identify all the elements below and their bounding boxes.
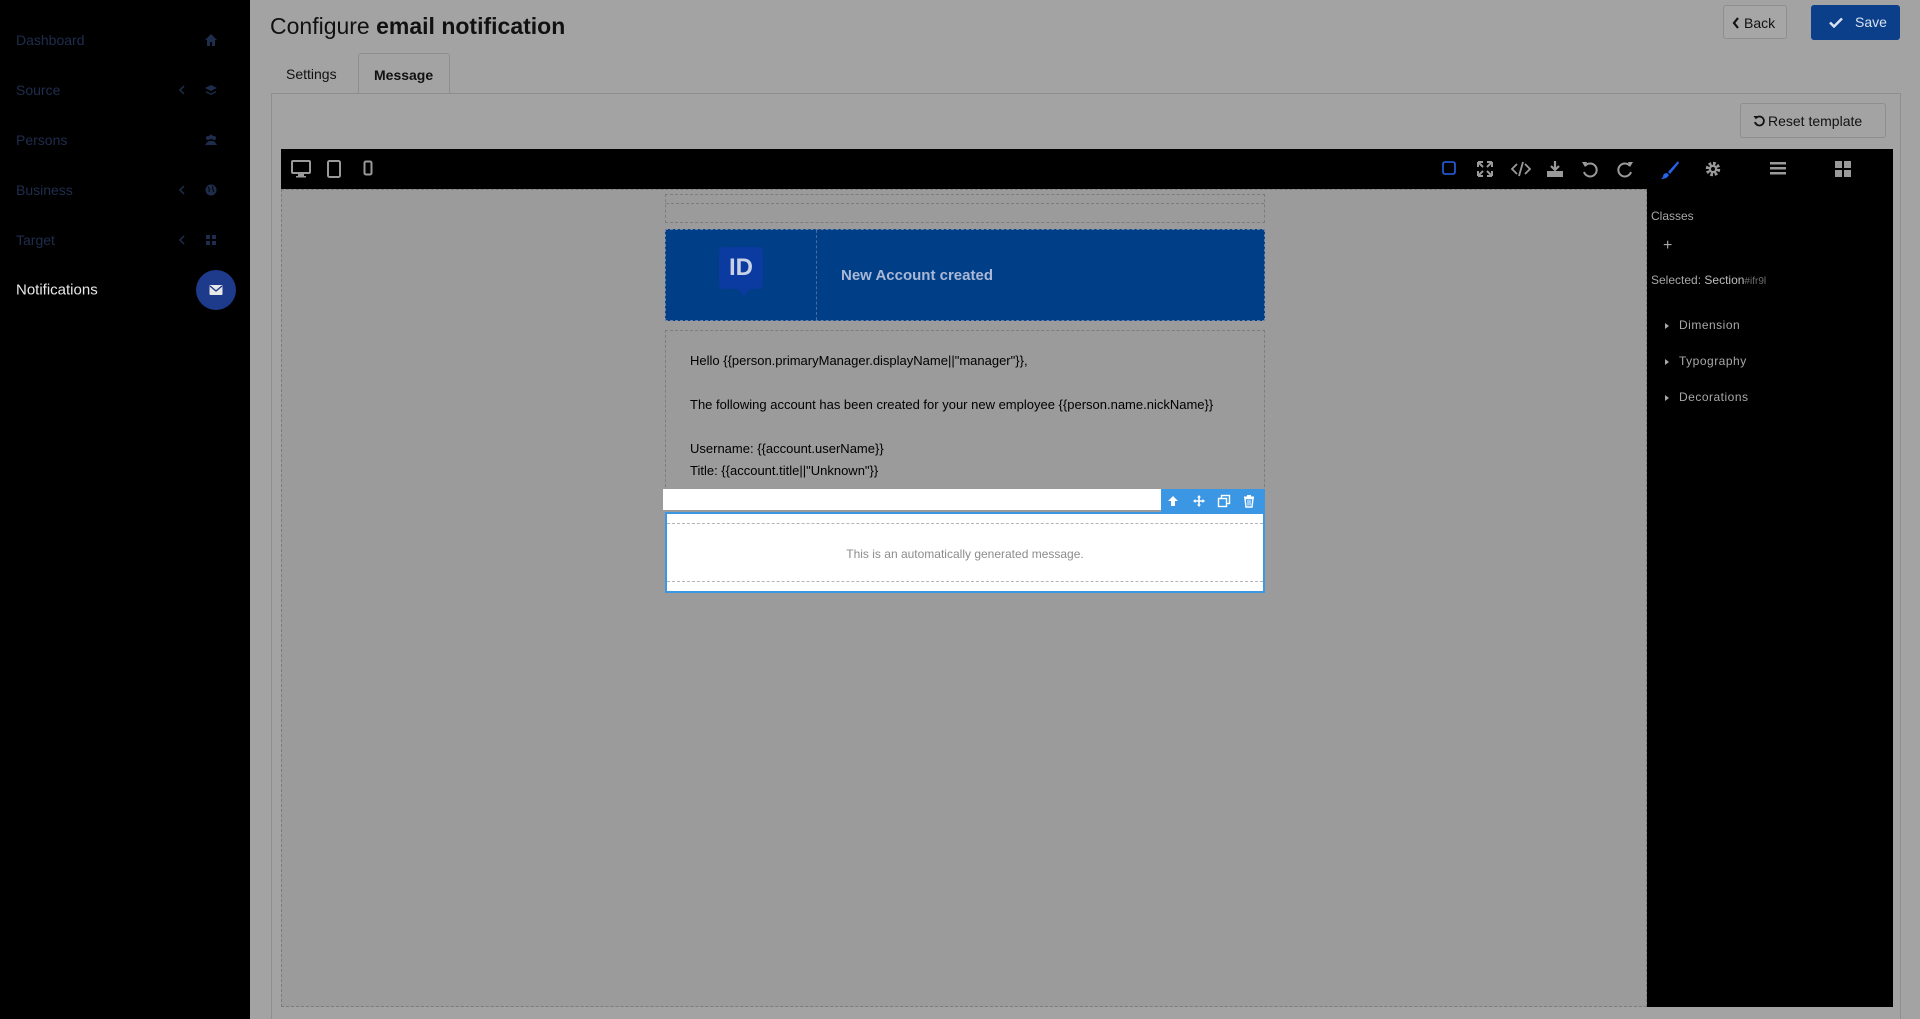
style-manager-icon[interactable] <box>1657 157 1681 181</box>
selection-badge-strip <box>663 489 1165 510</box>
code-icon[interactable] <box>1508 157 1532 181</box>
save-button-label: Save <box>1855 14 1887 30</box>
grid-icon <box>204 233 218 247</box>
blocks-icon[interactable] <box>1831 157 1855 181</box>
back-button-label: Back <box>1744 15 1776 31</box>
email-footer-section[interactable]: This is an automatically generated messa… <box>665 512 1265 593</box>
property-label: Typography <box>1679 354 1747 368</box>
body-line[interactable]: Title: {{account.title||"Unknown"}} <box>690 463 878 478</box>
download-icon[interactable] <box>1543 157 1567 181</box>
sidebar-item-source[interactable]: Source <box>0 65 250 115</box>
body-line[interactable]: The following account has been created f… <box>690 397 1213 412</box>
save-button[interactable]: Save <box>1811 5 1900 40</box>
fullscreen-icon[interactable] <box>1473 157 1497 181</box>
editor-canvas[interactable]: ID New Account created Hello {{person.pr… <box>281 189 1647 1007</box>
property-dimension[interactable]: Dimension <box>1665 318 1740 332</box>
body-line[interactable]: Hello {{person.primaryManager.displayNam… <box>690 353 1028 368</box>
email-body[interactable]: Hello {{person.primaryManager.displayNam… <box>665 330 1265 492</box>
sidebar-item-dashboard[interactable]: Dashboard <box>0 15 250 65</box>
selected-prefix: Selected: <box>1651 273 1702 287</box>
settings-icon[interactable] <box>1701 157 1725 181</box>
chevron-left-icon <box>178 234 186 246</box>
trash-icon[interactable] <box>1242 494 1256 508</box>
logo-tail <box>736 286 752 296</box>
sidebar-item-persons[interactable]: Persons <box>0 115 250 165</box>
copy-icon[interactable] <box>1217 494 1231 508</box>
sidebar-item-label: Business <box>16 182 73 198</box>
home-icon <box>204 33 218 47</box>
property-label: Dimension <box>1679 318 1741 332</box>
chevron-left-icon <box>178 84 186 96</box>
arrow-up-icon[interactable] <box>1166 494 1180 508</box>
reset-template-button[interactable]: Reset template <box>1740 103 1886 138</box>
footer-text[interactable]: This is an automatically generated messa… <box>667 547 1263 561</box>
email-header[interactable]: ID New Account created <box>665 229 1265 321</box>
tab-label: Message <box>374 67 434 83</box>
tablet-icon[interactable] <box>324 157 348 181</box>
redo-icon[interactable] <box>1613 157 1637 181</box>
body-line[interactable]: Username: {{account.userName}} <box>690 441 884 456</box>
property-decorations[interactable]: Decorations <box>1665 390 1749 404</box>
reset-template-label: Reset template <box>1768 113 1863 129</box>
tab-label: Settings <box>286 66 337 82</box>
users-icon <box>204 133 218 147</box>
sidebar-item-label: Persons <box>16 132 68 148</box>
outline-icon[interactable] <box>1438 157 1462 181</box>
caret-right-icon <box>1665 322 1669 329</box>
header-divider <box>816 230 817 320</box>
sidebar-item-label: Notifications <box>16 281 98 299</box>
layers-icon[interactable] <box>1766 157 1790 181</box>
editor-toolbar <box>281 149 1893 189</box>
tab-message[interactable]: Message <box>358 53 450 94</box>
main-content: Configure email notification Back Save S… <box>250 0 1920 1019</box>
selected-name: Section <box>1704 273 1745 287</box>
envelope-icon <box>196 270 236 310</box>
style-manager-panel: Classes + Selected: Section#ifr9l Dimens… <box>1647 189 1893 1007</box>
page-title: Configure email notification <box>270 13 566 39</box>
email-editor: ID New Account created Hello {{person.pr… <box>281 149 1893 1007</box>
back-button[interactable]: Back <box>1723 5 1787 39</box>
selected-component: Selected: Section#ifr9l <box>1651 273 1766 287</box>
check-icon <box>1829 17 1843 28</box>
selection-toolbar <box>1161 489 1265 512</box>
logo: ID <box>719 247 763 289</box>
undo-icon[interactable] <box>1578 157 1602 181</box>
layers-icon <box>204 83 218 97</box>
sidebar: Dashboard Source Persons Business Target <box>0 0 250 1019</box>
sidebar-item-target[interactable]: Target <box>0 215 250 265</box>
tab-settings[interactable]: Settings <box>271 53 351 93</box>
selected-id: #ifr9l <box>1744 276 1767 287</box>
classes-label: Classes <box>1651 209 1694 223</box>
property-label: Decorations <box>1679 390 1749 404</box>
add-class-button[interactable]: + <box>1663 237 1672 255</box>
sidebar-item-label: Target <box>16 232 55 248</box>
email-header-title[interactable]: New Account created <box>841 267 993 284</box>
desktop-icon[interactable] <box>288 157 312 181</box>
globe-icon <box>204 183 218 197</box>
undo-icon <box>1753 115 1765 127</box>
caret-right-icon <box>1665 358 1669 365</box>
property-typography[interactable]: Typography <box>1665 354 1747 368</box>
sidebar-item-label: Source <box>16 82 61 98</box>
chevron-left-icon <box>178 184 186 196</box>
move-icon[interactable] <box>1192 494 1206 508</box>
sidebar-item-label: Dashboard <box>16 32 85 48</box>
mobile-icon[interactable] <box>360 157 384 181</box>
sidebar-item-business[interactable]: Business <box>0 165 250 215</box>
email-top-section[interactable] <box>665 194 1265 223</box>
sidebar-item-notifications[interactable]: Notifications <box>0 265 250 315</box>
logo-text: ID <box>729 254 753 281</box>
chevron-left-icon <box>1732 17 1739 29</box>
caret-right-icon <box>1665 394 1669 401</box>
